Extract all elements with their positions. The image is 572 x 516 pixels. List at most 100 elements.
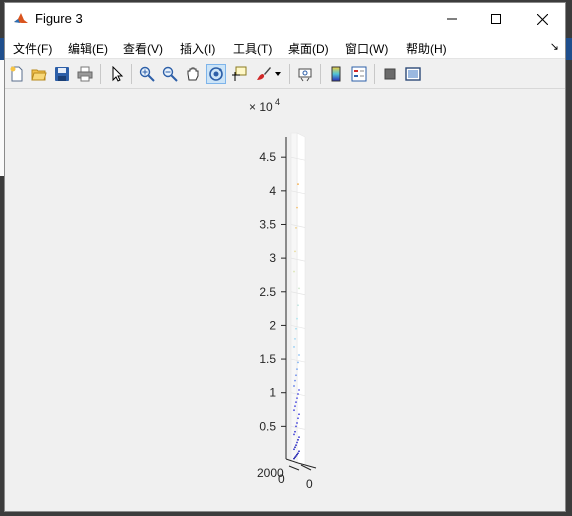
z-tick-label: 4 xyxy=(269,184,276,198)
maximize-button[interactable] xyxy=(473,3,519,35)
z-tick-label: 1 xyxy=(269,386,276,400)
axes-back-wall xyxy=(296,132,306,468)
data-point xyxy=(297,183,299,186)
data-point xyxy=(297,452,299,455)
data-point xyxy=(294,430,296,433)
insert-legend-button[interactable] xyxy=(349,64,369,84)
data-point xyxy=(295,444,297,447)
z-tick-label: 3 xyxy=(269,251,276,265)
link-plot-icon xyxy=(298,68,312,82)
edit-plot-icon xyxy=(112,66,124,82)
axes-side-wall xyxy=(290,132,298,466)
brush-button[interactable] xyxy=(254,64,274,84)
data-point xyxy=(295,374,297,377)
legend-icon xyxy=(351,66,367,82)
menu-view[interactable]: 查看(V) xyxy=(123,40,163,57)
data-point xyxy=(293,448,295,451)
toolbar-separator xyxy=(374,64,375,84)
insert-colorbar-button[interactable] xyxy=(326,64,346,84)
data-point xyxy=(297,304,299,307)
data-point xyxy=(297,393,299,395)
data-cursor-button[interactable] xyxy=(229,64,249,84)
data-point xyxy=(297,417,299,420)
data-point xyxy=(293,346,295,348)
data-point xyxy=(295,226,297,229)
data-point xyxy=(295,425,297,428)
z-tick-label: 3.5 xyxy=(259,217,276,231)
data-point xyxy=(296,368,298,371)
print-icon xyxy=(77,66,93,82)
menu-insert[interactable]: 插入(I) xyxy=(180,40,215,57)
menu-window[interactable]: 窗口(W) xyxy=(345,40,388,57)
title-bar[interactable]: Figure 3 xyxy=(5,3,565,35)
brush-icon xyxy=(257,67,271,80)
data-point xyxy=(297,361,299,364)
z-tick-label: 0.5 xyxy=(259,419,276,433)
zoom-out-button[interactable] xyxy=(160,64,180,84)
z-tick-label: 2 xyxy=(269,318,276,332)
background-window-strip xyxy=(566,38,572,60)
menu-tools[interactable]: 工具(T) xyxy=(233,40,272,57)
figure-window: Figure 3 文件(F) 编辑(E) 查看(V) 插入(I) 工具(T) 桌… xyxy=(4,2,566,512)
zoom-in-button[interactable] xyxy=(137,64,157,84)
print-button[interactable] xyxy=(75,64,95,84)
brush-dropdown-button[interactable] xyxy=(273,64,283,84)
zoom-out-icon xyxy=(162,66,178,82)
data-point xyxy=(296,441,298,444)
data-point xyxy=(293,270,295,273)
data-point xyxy=(294,379,296,382)
hide-plot-tools-icon xyxy=(384,68,396,80)
edit-plot-button[interactable] xyxy=(107,64,127,84)
data-point xyxy=(293,409,295,412)
z-axis-ticks: 0.5 1 1.5 2 2.5 3 3.5 4 4.5 xyxy=(259,150,286,433)
data-point xyxy=(296,206,298,209)
data-point xyxy=(294,446,296,449)
brush-dropdown-icon xyxy=(275,72,281,76)
close-button[interactable] xyxy=(519,3,565,35)
zoom-in-icon xyxy=(139,66,155,82)
minimize-button[interactable] xyxy=(429,3,475,35)
data-point xyxy=(298,354,300,356)
save-icon xyxy=(55,67,69,81)
new-figure-button[interactable] xyxy=(7,64,27,84)
matlab-icon xyxy=(13,11,29,27)
rotate-3d-icon xyxy=(209,67,223,81)
x-tick xyxy=(288,465,300,471)
data-point xyxy=(293,385,295,387)
open-icon xyxy=(31,69,47,81)
toolbar-separator xyxy=(289,64,290,84)
data-cursor-icon xyxy=(232,66,247,81)
axes-3d[interactable]: 0.511.522.533.544.5 × 10 4 2000 0 0 xyxy=(5,89,565,509)
z-exponent-power: 4 xyxy=(275,97,280,107)
data-point xyxy=(294,405,296,408)
data-point xyxy=(294,337,296,340)
menu-desktop[interactable]: 桌面(D) xyxy=(288,40,329,57)
show-plot-tools-icon xyxy=(405,67,421,81)
menu-file[interactable]: 文件(F) xyxy=(13,40,52,57)
data-point xyxy=(298,413,300,416)
pan-icon xyxy=(187,67,199,81)
x-tick-label: 0 xyxy=(278,472,285,486)
show-plot-tools-button[interactable] xyxy=(403,64,423,84)
menu-help[interactable]: 帮助(H) xyxy=(406,40,447,57)
menu-bar: 文件(F) 编辑(E) 查看(V) 插入(I) 工具(T) 桌面(D) 窗口(W… xyxy=(5,35,565,59)
window-title: Figure 3 xyxy=(35,11,83,26)
data-point xyxy=(297,438,299,441)
close-icon xyxy=(536,13,548,25)
figure-canvas[interactable]: 0.5 1 1.5 2 2.5 3 3.5 4 4.5 × 10 4 2000 0 0 xyxy=(5,89,565,509)
pan-button[interactable] xyxy=(183,64,203,84)
link-plot-button[interactable] xyxy=(295,64,315,84)
new-figure-icon xyxy=(10,66,23,82)
y-axis-line xyxy=(297,462,317,469)
menu-overflow-arrow[interactable]: ↘ xyxy=(550,40,559,53)
rotate-3d-button[interactable] xyxy=(206,64,226,84)
open-file-button[interactable] xyxy=(29,64,49,84)
hide-plot-tools-button[interactable] xyxy=(380,64,400,84)
minimize-icon xyxy=(447,18,457,20)
save-button[interactable] xyxy=(52,64,72,84)
data-point xyxy=(298,450,300,453)
toolbar-separator xyxy=(131,64,132,84)
figure-toolbar xyxy=(5,59,565,89)
menu-edit[interactable]: 编辑(E) xyxy=(68,40,108,57)
data-point xyxy=(296,317,298,320)
